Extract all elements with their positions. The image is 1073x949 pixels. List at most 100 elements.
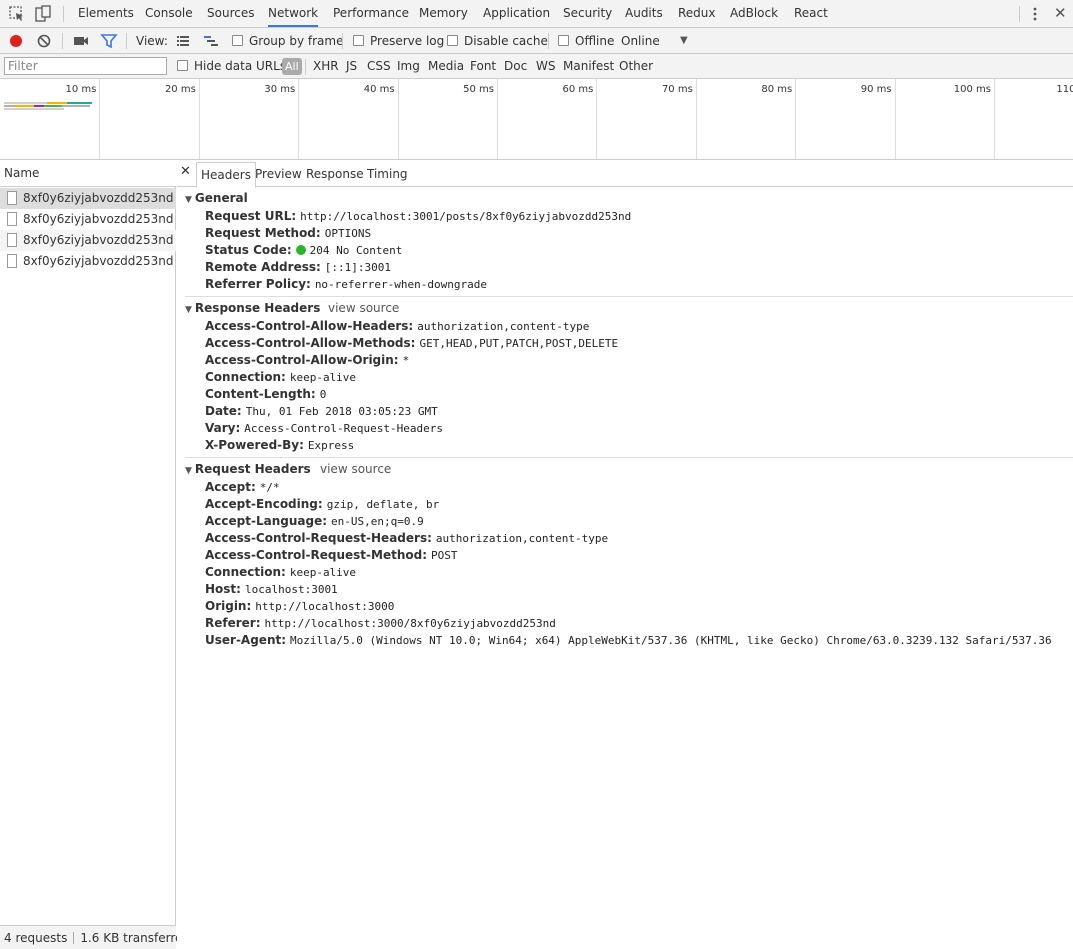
filter-type-other[interactable]: Other (619, 54, 653, 79)
timeline-overview[interactable]: 10 ms 20 ms 30 ms 40 ms 50 ms 60 ms 70 ms 80 ms… (0, 79, 1073, 160)
header-name: X-Powered-By: (205, 438, 304, 452)
request-row[interactable]: 8xf0y6ziyjabvozdd253nd (0, 188, 176, 209)
header-value: gzip, deflate, br (326, 498, 440, 511)
section-title[interactable]: ▼ Response Headers (185, 301, 320, 315)
checkbox-box[interactable] (447, 35, 458, 46)
filter-type-ws[interactable]: WS (536, 54, 555, 79)
filter-bar: Hide data URLs All XHR JS CSS Img MediaFont D… (0, 54, 1073, 79)
request-list: Name 8xf0y6ziyjabvozdd253nd 8xf0y6ziyjabv… (0, 160, 190, 949)
chevron-down-icon[interactable]: ▼ (680, 28, 688, 54)
preserve-log-checkbox[interactable]: Preserve log (353, 28, 444, 54)
large-rows-icon[interactable] (174, 32, 192, 50)
request-name: 8xf0y6ziyjabvozdd253nd (23, 254, 174, 268)
filter-type-font[interactable]: Font (470, 54, 496, 79)
close-devtools-icon[interactable]: ✕ (1054, 4, 1067, 22)
timeline-request-bar (4, 105, 14, 107)
header-row: Connection: keep-alive (205, 564, 356, 581)
header-row: Access-Control-Request-Headers: authoriza… (205, 530, 608, 547)
expand-triangle-icon[interactable]: ▼ (185, 305, 192, 315)
request-row[interactable]: 8xf0y6ziyjabvozdd253nd (0, 230, 176, 251)
filter-type-media[interactable]: Media (428, 54, 464, 79)
header-name: Vary: (205, 421, 241, 435)
section-title[interactable]: ▼ General (185, 191, 248, 205)
more-options-icon[interactable] (1026, 5, 1044, 23)
checkbox-box[interactable] (232, 35, 243, 46)
filter-type-img[interactable]: Img (397, 54, 420, 79)
group-by-frame-checkbox[interactable]: Group by frame (232, 28, 343, 54)
waterfall-overview-icon[interactable] (202, 32, 220, 50)
header-row: Content-Length: 0 (205, 386, 326, 403)
detail-tab-response[interactable]: Response (306, 160, 364, 187)
header-value: Thu, 01 Feb 2018 03:05:23 GMT (245, 405, 438, 418)
tab-performance[interactable]: Performance (333, 0, 409, 27)
checkbox-box[interactable] (353, 35, 364, 46)
device-toolbar-icon[interactable] (34, 5, 52, 23)
header-name: Access-Control-Allow-Methods: (205, 336, 416, 350)
timeline-tick-label: 110 (1056, 84, 1073, 95)
name-column-header[interactable]: Name (0, 160, 176, 187)
status-success-icon (295, 245, 306, 255)
expand-triangle-icon[interactable]: ▼ (185, 466, 192, 476)
view-source-link[interactable]: view source (320, 462, 391, 476)
request-row[interactable]: 8xf0y6ziyjabvozdd253nd (0, 251, 176, 272)
filter-type-all[interactable]: All (282, 58, 302, 75)
timeline-request-bar (34, 105, 44, 107)
checkbox-box[interactable] (558, 35, 569, 46)
filter-type-doc[interactable]: Doc (504, 54, 527, 79)
close-details-icon[interactable]: ✕ (180, 164, 191, 179)
record-icon[interactable] (7, 32, 25, 50)
tab-console[interactable]: Console (145, 0, 193, 27)
expand-triangle-icon[interactable]: ▼ (185, 195, 192, 205)
header-row: Status Code: 204 No Content (205, 242, 402, 259)
tab-memory[interactable]: Memory (419, 0, 468, 27)
header-value: keep-alive (289, 371, 357, 384)
hide-data-urls-label: Hide data URLs (194, 59, 287, 73)
view-source-link[interactable]: view source (328, 301, 399, 315)
tab-react[interactable]: React (794, 0, 828, 27)
header-row: Referrer Policy: no-referrer-when-downgra… (205, 276, 487, 293)
request-row[interactable]: 8xf0y6ziyjabvozdd253nd (0, 209, 176, 230)
timeline-tick-label: 10 ms (65, 84, 97, 95)
tab-sources[interactable]: Sources (207, 0, 254, 27)
header-name: Origin: (205, 599, 252, 613)
header-value: [::1]:3001 (324, 261, 392, 274)
detail-tab-timing[interactable]: Timing (367, 160, 408, 187)
timeline-gridline (795, 79, 797, 159)
header-name: Request Method: (205, 226, 321, 240)
detail-tab-headers[interactable]: Headers (196, 162, 256, 188)
capture-screenshots-icon[interactable] (72, 32, 90, 50)
tab-adblock[interactable]: AdBlock (730, 0, 778, 27)
tab-application[interactable]: Application (483, 0, 550, 27)
hide-data-urls-checkbox[interactable]: Hide data URLs (177, 54, 286, 79)
devtools-tab-bar: Elements Console Sources Network Performance… (0, 0, 1073, 28)
filter-type-xhr[interactable]: XHR (313, 54, 339, 79)
filter-type-js[interactable]: JS (346, 54, 357, 79)
inspect-element-icon[interactable] (8, 5, 26, 23)
filter-input[interactable] (4, 57, 167, 75)
throttling-select[interactable]: Online (621, 28, 660, 54)
offline-checkbox[interactable]: Offline (558, 28, 614, 54)
tab-audits[interactable]: Audits (625, 0, 663, 27)
tab-security[interactable]: Security (563, 0, 612, 27)
header-row: Vary: Access-Control-Request-Headers (205, 420, 443, 437)
filter-type-manifest[interactable]: Manifest (563, 54, 614, 79)
status-summary: 4 requests 1.6 KB transferred (0, 925, 190, 949)
detail-tab-preview[interactable]: Preview (255, 160, 302, 187)
header-value: */* (259, 481, 280, 494)
tab-network[interactable]: Network (268, 0, 319, 27)
filter-type-css[interactable]: CSS (367, 54, 391, 79)
disable-cache-checkbox[interactable]: Disable cache (447, 28, 548, 54)
checkbox-box[interactable] (177, 60, 188, 71)
clear-icon[interactable] (35, 32, 53, 50)
filter-icon[interactable] (100, 32, 118, 50)
timeline-tick-label: 30 ms (264, 84, 296, 95)
throttling-value: Online (621, 34, 660, 48)
header-row: Origin: http://localhost:3000 (205, 598, 394, 615)
section-title[interactable]: ▼ Request Headers (185, 462, 311, 476)
header-row: User-Agent: Mozilla/5.0 (Windows NT 10.0;… (205, 632, 1052, 649)
header-value: authorization,content-type (435, 532, 609, 545)
tab-elements[interactable]: Elements (78, 0, 134, 27)
timeline-tick-label: 40 ms (363, 84, 395, 95)
tab-redux[interactable]: Redux (678, 0, 716, 27)
section-divider (185, 296, 1073, 297)
